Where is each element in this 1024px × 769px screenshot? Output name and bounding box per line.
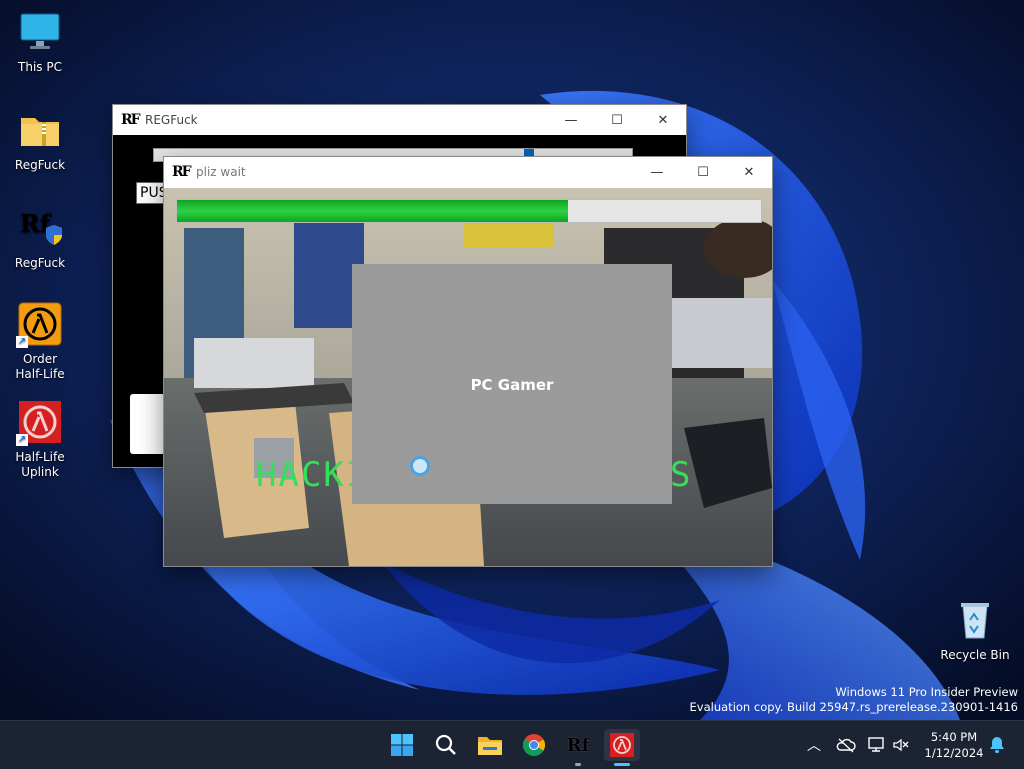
taskbar: Rf ︿ 5:40 PM 1/12/2024 <box>0 720 1024 769</box>
shortcut-arrow-icon: ↗ <box>16 336 28 348</box>
clock-date: 1/12/2024 <box>924 746 984 760</box>
pliz-wait-titlebar[interactable]: RF pliz wait — ☐ ✕ <box>164 157 772 187</box>
file-explorer-button[interactable] <box>474 729 506 761</box>
minimize-button[interactable]: — <box>634 157 680 187</box>
clock-time: 5:40 PM <box>930 730 978 744</box>
chrome-icon <box>523 734 545 756</box>
close-button[interactable]: ✕ <box>640 105 686 135</box>
active-indicator <box>614 763 630 766</box>
popup-title: PC Gamer <box>470 376 554 394</box>
minimize-button[interactable]: — <box>548 105 594 135</box>
pliz-wait-window[interactable]: RF pliz wait — ☐ ✕ HACKI S PC Gamer <box>163 156 773 567</box>
desktop-icon-label: Half-Life Uplink <box>15 450 65 479</box>
rf-logo-icon: RF <box>172 164 192 180</box>
rf-app-icon: Rf <box>18 206 62 250</box>
window-title: REGFuck <box>145 113 198 127</box>
half-life-taskbar-button[interactable] <box>604 729 640 766</box>
search-icon <box>435 734 456 755</box>
watermark-line2: Evaluation copy. Build 25947.rs_prerelea… <box>689 700 1018 714</box>
desktop-icon-label: RegFuck <box>14 158 66 172</box>
maximize-button[interactable]: ☐ <box>680 157 726 187</box>
maximize-button[interactable]: ☐ <box>594 105 640 135</box>
desktop-icon-recycle-bin[interactable]: Recycle Bin <box>935 598 1015 663</box>
desktop-icon-regfuck-app[interactable]: Rf RegFuck <box>0 206 80 271</box>
clock[interactable]: 5:40 PM 1/12/2024 <box>922 729 986 761</box>
zip-folder-icon <box>18 108 62 152</box>
regfuck-titlebar[interactable]: RF REGFuck — ☐ ✕ <box>113 105 686 135</box>
search-button[interactable] <box>430 729 462 761</box>
progress-bar-fill <box>177 200 569 222</box>
half-life-uplink-icon: ↗ <box>16 400 62 446</box>
shortcut-arrow-icon: ↗ <box>16 434 28 446</box>
progress-bar-track <box>176 199 762 223</box>
running-indicator <box>575 763 581 766</box>
rf-logo-icon: RF <box>121 112 141 128</box>
recycle-bin-icon <box>953 598 997 642</box>
half-life-uplink-icon <box>610 733 634 757</box>
windows-watermark: Windows 11 Pro Insider Preview Evaluatio… <box>690 685 1018 715</box>
loading-spinner-icon <box>410 456 430 476</box>
desktop-icon-label: RegFuck <box>14 256 66 270</box>
hacking-text-right: S <box>670 455 691 495</box>
desktop-icon-half-life-uplink[interactable]: ↗ Half-Life Uplink <box>0 400 80 480</box>
desktop-icon-label: Recycle Bin <box>940 648 1010 662</box>
volume-muted-icon[interactable] <box>892 737 910 753</box>
notification-bell-icon[interactable] <box>988 735 1006 755</box>
network-icon[interactable] <box>868 737 886 753</box>
chrome-button[interactable] <box>518 729 550 761</box>
desktop-icon-label: Order Half-Life <box>15 352 65 381</box>
onedrive-offline-icon[interactable] <box>836 737 856 753</box>
folder-icon <box>478 737 502 755</box>
regfuck-taskbar-button[interactable]: Rf <box>562 729 594 766</box>
chevron-up-icon[interactable]: ︿ <box>804 735 824 755</box>
desktop-icon-regfuck-folder[interactable]: RegFuck <box>0 108 80 173</box>
watermark-line1: Windows 11 Pro Insider Preview <box>835 685 1018 699</box>
monitor-icon <box>18 10 62 54</box>
window-title: pliz wait <box>196 165 246 179</box>
start-button[interactable] <box>386 729 418 761</box>
half-life-lambda-icon: ↗ <box>16 302 62 348</box>
close-button[interactable]: ✕ <box>726 157 772 187</box>
desktop-icon-order-half-life[interactable]: ↗ Order Half-Life <box>0 302 80 382</box>
desktop-icon-this-pc[interactable]: This PC <box>0 10 80 75</box>
pc-gamer-popup: PC Gamer <box>352 264 672 504</box>
rf-app-icon: Rf <box>566 734 590 756</box>
desktop-icon-label: This PC <box>18 60 62 74</box>
windows-logo-icon <box>391 734 413 756</box>
